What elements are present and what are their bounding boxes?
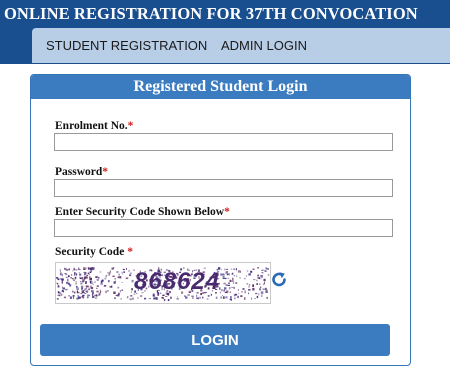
nav-bar: STUDENT REGISTRATION ADMIN LOGIN — [32, 28, 450, 63]
refresh-icon[interactable] — [270, 271, 288, 289]
nav-admin-login[interactable]: ADMIN LOGIN — [221, 38, 307, 53]
nav-student-registration[interactable]: STUDENT REGISTRATION — [46, 38, 207, 53]
enrolment-label-text: Enrolment No. — [55, 120, 128, 132]
login-button[interactable]: LOGIN — [40, 324, 390, 356]
required-mark: * — [127, 120, 134, 132]
password-label: Password* — [55, 166, 108, 178]
enrolment-label: Enrolment No.* — [55, 120, 133, 132]
login-panel-title: Registered Student Login — [133, 78, 308, 95]
password-label-text: Password — [55, 166, 103, 178]
security-code-input[interactable] — [54, 219, 393, 237]
security-code-entry-label: Enter Security Code Shown Below* — [55, 206, 230, 218]
security-code-label-text: Security Code — [55, 246, 128, 258]
security-code-entry-label-text: Enter Security Code Shown Below — [55, 206, 225, 218]
security-code-label: Security Code * — [55, 246, 133, 258]
enrolment-input[interactable] — [54, 133, 393, 151]
required-mark: * — [224, 206, 230, 218]
required-mark: * — [102, 166, 109, 178]
login-panel: Registered Student Login Enrolment No.* … — [30, 74, 411, 366]
password-input[interactable] — [54, 179, 393, 197]
captcha-text: 868624 — [134, 268, 221, 295]
required-mark: * — [127, 246, 133, 258]
captcha-image: 868624 — [55, 262, 271, 304]
login-panel-header: Registered Student Login — [31, 75, 410, 99]
page-title: ONLINE REGISTRATION FOR 37TH CONVOCATION — [4, 4, 418, 23]
